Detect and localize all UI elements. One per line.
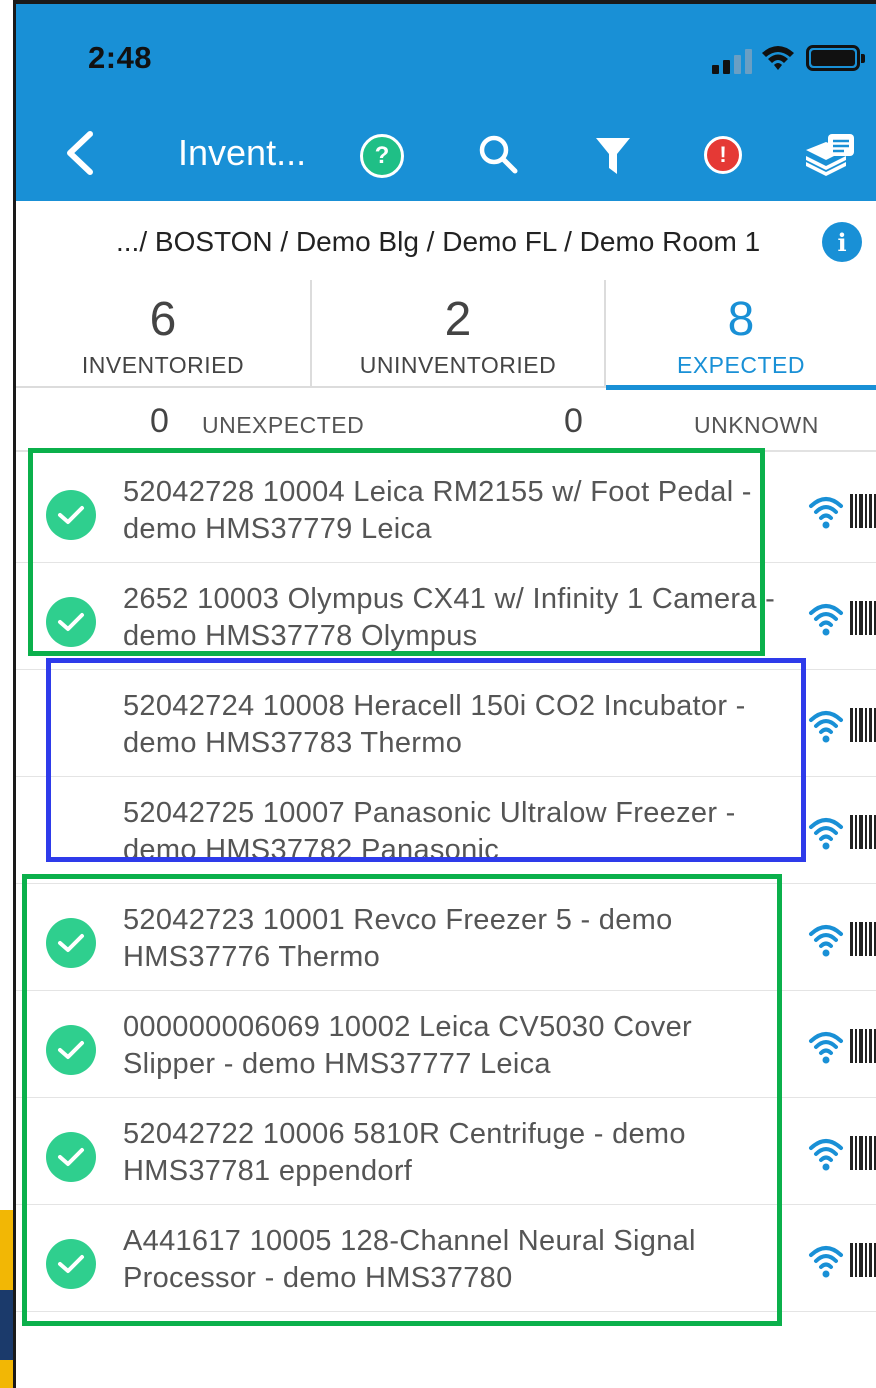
unexpected-count: 0 [150, 402, 169, 440]
item-description: 52042725 10007 Panasonic Ultralow Freeze… [123, 797, 736, 866]
item-tag-icons [808, 1241, 876, 1281]
tab-label: INVENTORIED [81, 352, 245, 378]
tab-count: 6 [149, 293, 177, 346]
check-icon [46, 918, 96, 968]
barcode-icon[interactable] [850, 1134, 876, 1174]
item-description: 52042724 10008 Heracell 150i CO2 Incubat… [123, 690, 746, 759]
tab-label: EXPECTED [677, 352, 805, 378]
item-description: 52042728 10004 Leica RM2155 w/ Foot Peda… [123, 476, 752, 545]
item-tag-icons [808, 1027, 876, 1067]
cellular-signal-icon [712, 48, 756, 74]
rfid-icon[interactable] [808, 492, 844, 532]
tab-label: UNINVENTORIED [359, 352, 557, 378]
page-title: Invent... [178, 132, 307, 173]
rfid-icon[interactable] [808, 1027, 844, 1067]
barcode-icon[interactable] [850, 813, 876, 853]
corner-graphic [0, 1210, 16, 1388]
list-item[interactable]: 2652 10003 Olympus CX41 w/ Infinity 1 Ca… [16, 563, 876, 670]
list-item[interactable]: 52042728 10004 Leica RM2155 w/ Foot Peda… [16, 456, 876, 563]
check-icon [46, 1132, 96, 1182]
frame-border-left [0, 0, 16, 1388]
back-icon[interactable] [60, 128, 100, 178]
list-item[interactable]: 52042723 10001 Revco Freezer 5 - demo HM… [16, 884, 876, 991]
item-description: 52042722 10006 5810R Centrifuge - demo H… [123, 1118, 686, 1187]
help-icon[interactable]: ? [360, 134, 404, 178]
tab-expected[interactable]: 8 EXPECTED [604, 280, 876, 390]
barcode-icon[interactable] [850, 599, 876, 639]
barcode-icon[interactable] [850, 1241, 876, 1281]
barcode-icon[interactable] [850, 492, 876, 532]
unknown-count: 0 [564, 402, 583, 440]
battery-icon [806, 45, 865, 71]
rfid-icon[interactable] [808, 1241, 844, 1281]
rfid-icon[interactable] [808, 920, 844, 960]
item-description: A441617 10005 128-Channel Neural Signal … [123, 1225, 696, 1294]
check-icon [46, 597, 96, 647]
breadcrumb[interactable]: .../ BOSTON / Demo Blg / Demo FL / Demo … [116, 226, 760, 258]
alert-glyph: ! [719, 142, 727, 167]
list-item[interactable]: 52042725 10007 Panasonic Ultralow Freeze… [16, 777, 876, 884]
item-tag-icons [808, 813, 876, 853]
info-glyph: i [837, 227, 847, 257]
phone-screen: 2:48 Invent... ? ! .../ BOSTON / Demo Bl… [16, 4, 876, 1388]
alert-icon[interactable]: ! [704, 136, 742, 174]
barcode-icon[interactable] [850, 920, 876, 960]
info-icon[interactable]: i [822, 222, 862, 262]
tab-inventoried[interactable]: 6 INVENTORIED [16, 280, 310, 388]
rfid-icon[interactable] [808, 1134, 844, 1174]
status-tabs: 6 INVENTORIED 2 UNINVENTORIED 8 EXPECTED [16, 280, 876, 390]
barcode-icon[interactable] [850, 1027, 876, 1067]
barcode-icon[interactable] [850, 706, 876, 746]
check-icon [46, 1025, 96, 1075]
search-icon[interactable] [478, 134, 518, 174]
item-description: 000000006069 10002 Leica CV5030 Cover Sl… [123, 1011, 692, 1080]
help-glyph: ? [374, 142, 390, 169]
asset-list: 52042728 10004 Leica RM2155 w/ Foot Peda… [16, 456, 876, 1312]
unexpected-label[interactable]: UNEXPECTED [202, 412, 364, 439]
status-time: 2:48 [88, 40, 153, 75]
item-tag-icons [808, 706, 876, 746]
rfid-icon[interactable] [808, 706, 844, 746]
stack-icon[interactable] [804, 132, 856, 176]
check-icon [46, 490, 96, 540]
wifi-status-icon [762, 46, 794, 70]
item-tag-icons [808, 1134, 876, 1174]
item-description: 2652 10003 Olympus CX41 w/ Infinity 1 Ca… [123, 583, 776, 652]
rfid-icon[interactable] [808, 599, 844, 639]
item-description: 52042723 10001 Revco Freezer 5 - demo HM… [123, 904, 673, 973]
list-item[interactable]: 52042722 10006 5810R Centrifuge - demo H… [16, 1098, 876, 1205]
tab-uninventoried[interactable]: 2 UNINVENTORIED [310, 280, 604, 388]
item-tag-icons [808, 492, 876, 532]
list-item[interactable]: A441617 10005 128-Channel Neural Signal … [16, 1205, 876, 1312]
sub-stats: 0 UNEXPECTED 0 UNKNOWN [16, 388, 876, 452]
unknown-label[interactable]: UNKNOWN [694, 412, 819, 439]
rfid-icon[interactable] [808, 813, 844, 853]
item-tag-icons [808, 599, 876, 639]
filter-icon[interactable] [594, 136, 632, 176]
list-item[interactable]: 52042724 10008 Heracell 150i CO2 Incubat… [16, 670, 876, 777]
item-tag-icons [808, 920, 876, 960]
list-item[interactable]: 000000006069 10002 Leica CV5030 Cover Sl… [16, 991, 876, 1098]
tab-count: 2 [444, 293, 472, 346]
tab-count: 8 [727, 293, 755, 346]
check-icon [46, 1239, 96, 1289]
app-header: 2:48 Invent... ? ! [16, 4, 876, 201]
